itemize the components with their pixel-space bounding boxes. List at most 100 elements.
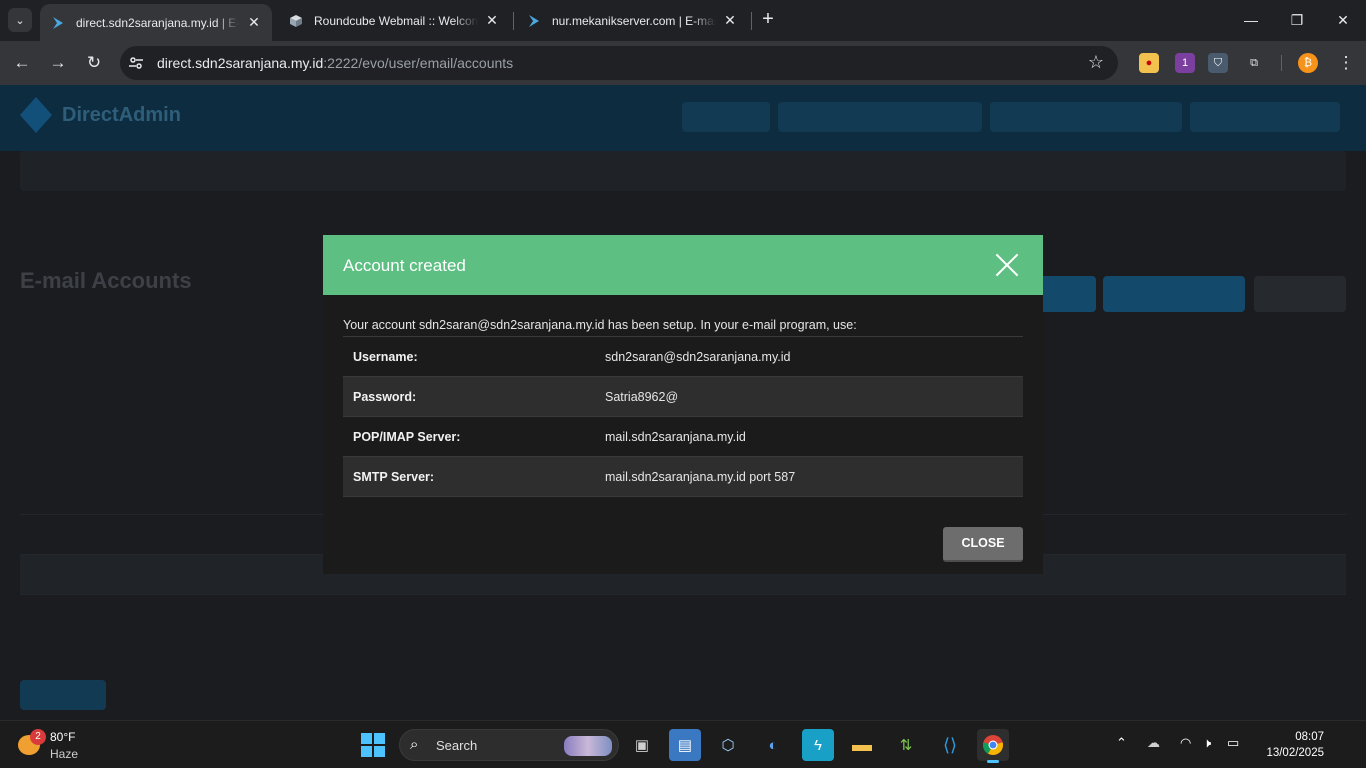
start-tile bbox=[374, 733, 385, 744]
directadmin-icon bbox=[526, 13, 542, 29]
weather-condition: Haze bbox=[50, 747, 79, 761]
da-menu-button bbox=[682, 102, 770, 132]
tab-directadmin-sdn2[interactable]: direct.sdn2saranjana.my.id | E-mail ✕ bbox=[40, 4, 272, 41]
file-explorer-icon[interactable]: ▬ bbox=[846, 729, 878, 761]
directadmin-icon bbox=[50, 15, 66, 31]
start-button[interactable] bbox=[361, 733, 385, 757]
url-text: direct.sdn2saranjana.my.id:2222/evo/user… bbox=[157, 55, 513, 71]
clock-time: 08:07 bbox=[1295, 731, 1324, 743]
dialog-intro-text: Your account sdn2saran@sdn2saranjana.my.… bbox=[343, 318, 857, 332]
tab-title: direct.sdn2saranjana.my.id | E-mail bbox=[76, 15, 240, 30]
tab-separator bbox=[513, 12, 514, 30]
minimize-button[interactable]: — bbox=[1228, 8, 1274, 32]
extensions-puzzle-icon[interactable]: ⧉ bbox=[1244, 53, 1264, 73]
info-value: mail.sdn2saranjana.my.id port 587 bbox=[605, 469, 796, 484]
da-page-heading: E-mail Accounts bbox=[20, 268, 192, 293]
forward-button[interactable]: → bbox=[46, 51, 70, 75]
clock-date: 13/02/2025 bbox=[1266, 747, 1324, 759]
new-tab-button[interactable]: + bbox=[758, 8, 778, 32]
vscode-icon[interactable]: ⟨⟩ bbox=[934, 729, 966, 761]
url-path: :2222/evo/user/email/accounts bbox=[323, 55, 514, 71]
info-label: POP/IMAP Server: bbox=[353, 429, 461, 444]
chrome-taskbar-icon[interactable] bbox=[977, 729, 1009, 763]
extension-icon[interactable]: 1 bbox=[1175, 53, 1195, 73]
extension-shield-icon[interactable]: ⛉ bbox=[1208, 53, 1228, 73]
extension-badge: 1 bbox=[1181, 57, 1189, 69]
back-button[interactable]: ← bbox=[10, 51, 34, 75]
tab-title: Roundcube Webmail :: Welcome bbox=[314, 13, 478, 28]
roundcube-icon bbox=[288, 13, 304, 29]
da-logo: DirectAdmin bbox=[20, 97, 181, 133]
system-clock[interactable]: 08:07 13/02/2025 bbox=[1266, 729, 1324, 761]
account-info-table: Username: sdn2saran@sdn2saranjana.my.id … bbox=[343, 336, 1023, 497]
password-row: Password: Satria8962@ bbox=[343, 377, 1023, 417]
close-tab-icon[interactable]: ✕ bbox=[722, 12, 738, 29]
directadmin-logo-icon bbox=[20, 97, 52, 133]
da-create-button bbox=[1103, 276, 1245, 312]
smtp-row: SMTP Server: mail.sdn2saranjana.my.id po… bbox=[343, 457, 1023, 497]
reload-button[interactable]: ↻ bbox=[82, 51, 106, 75]
da-header: DirectAdmin bbox=[0, 85, 1366, 151]
app-lightning-icon[interactable]: ϟ bbox=[802, 729, 834, 761]
cloud-sync-error-icon[interactable]: ☁ bbox=[1147, 735, 1160, 751]
dialog-title: Account created bbox=[343, 256, 466, 275]
browser-tab-bar: ⌄ direct.sdn2saranjana.my.id | E-mail ✕ … bbox=[0, 0, 1366, 41]
taskbar-search[interactable]: ⌕ Search bbox=[399, 729, 619, 761]
info-label: SMTP Server: bbox=[353, 469, 435, 484]
remote-desktop-icon[interactable]: ▤ bbox=[669, 729, 701, 761]
network-tool-icon[interactable]: ⇅ bbox=[890, 729, 922, 761]
app-globe-icon[interactable]: ◐ bbox=[757, 729, 789, 761]
close-tab-icon[interactable]: ✕ bbox=[484, 12, 500, 29]
close-tab-icon[interactable]: ✕ bbox=[246, 14, 262, 31]
da-user-menu bbox=[1190, 102, 1340, 132]
da-global-search bbox=[20, 151, 1346, 191]
close-icon[interactable] bbox=[995, 253, 1019, 277]
bookmark-star-icon[interactable]: ☆ bbox=[1088, 52, 1104, 73]
extension-adblock-icon[interactable]: ● bbox=[1139, 53, 1159, 73]
da-logo-name: DirectAdmin bbox=[62, 103, 181, 126]
active-indicator bbox=[987, 760, 999, 763]
close-window-button[interactable]: ✕ bbox=[1320, 8, 1366, 32]
start-tile bbox=[361, 733, 372, 744]
start-tile bbox=[361, 746, 372, 757]
da-domain-select bbox=[990, 102, 1182, 132]
search-highlight-image bbox=[564, 736, 612, 756]
da-more-button bbox=[1254, 276, 1346, 312]
url-host: direct.sdn2saranjana.my.id bbox=[157, 55, 324, 71]
info-value: sdn2saran@sdn2saranjana.my.id bbox=[605, 349, 791, 364]
volume-muted-icon[interactable]: 🕨 bbox=[1203, 735, 1211, 751]
username-row: Username: sdn2saran@sdn2saranjana.my.id bbox=[343, 337, 1023, 377]
battery-icon[interactable]: ▭ bbox=[1227, 735, 1239, 751]
profile-bitcoin-icon[interactable]: ₿ bbox=[1298, 53, 1318, 73]
tab-search-button[interactable]: ⌄ bbox=[8, 8, 32, 32]
info-label: Username: bbox=[353, 349, 418, 364]
show-hidden-icons-chevron-icon[interactable]: ⌃ bbox=[1116, 735, 1127, 751]
info-value: Satria8962@ bbox=[605, 389, 679, 404]
site-info-icon[interactable] bbox=[128, 55, 144, 71]
weather-widget[interactable]: 2 80°F Haze bbox=[16, 727, 106, 763]
weather-temperature: 80°F bbox=[50, 730, 76, 744]
tab-title: nur.mekanikserver.com | E-mail bbox=[552, 13, 716, 28]
dialog-body: Your account sdn2saran@sdn2saranjana.my.… bbox=[343, 318, 1023, 497]
info-value: mail.sdn2saranjana.my.id bbox=[605, 429, 746, 444]
info-label: Password: bbox=[353, 389, 417, 404]
close-button[interactable]: CLOSE bbox=[943, 527, 1023, 562]
pop-imap-row: POP/IMAP Server: mail.sdn2saranjana.my.i… bbox=[343, 417, 1023, 457]
account-created-dialog: Account created Your account sdn2saran@s… bbox=[323, 235, 1043, 574]
address-bar[interactable]: direct.sdn2saranjana.my.id:2222/evo/user… bbox=[120, 46, 1118, 80]
tab-separator bbox=[751, 12, 752, 30]
wifi-icon[interactable]: ◠ bbox=[1180, 735, 1191, 751]
search-label: Search bbox=[436, 738, 478, 753]
browser-toolbar: ← → ↻ direct.sdn2saranjana.my.id:2222/ev… bbox=[0, 41, 1366, 85]
virtualbox-icon[interactable]: ⬡ bbox=[712, 729, 744, 761]
dialog-header: Account created bbox=[323, 235, 1043, 295]
chrome-menu-icon[interactable]: ⋮ bbox=[1334, 51, 1358, 75]
chrome-icon bbox=[982, 735, 1004, 756]
tab-roundcube[interactable]: Roundcube Webmail :: Welcome ✕ bbox=[278, 4, 510, 37]
restore-button[interactable]: ❐ bbox=[1274, 8, 1320, 32]
task-view-icon[interactable]: ▣ bbox=[626, 729, 658, 761]
windows-taskbar: 2 80°F Haze ⌕ Search ▣ ▤ ⬡ ◐ ϟ ▬ ⇅ ⟨⟩ ⌃ … bbox=[0, 720, 1366, 768]
da-footer-button bbox=[20, 680, 106, 710]
notification-badge: 2 bbox=[30, 729, 46, 745]
tab-directadmin-nur[interactable]: nur.mekanikserver.com | E-mail ✕ bbox=[516, 4, 748, 37]
